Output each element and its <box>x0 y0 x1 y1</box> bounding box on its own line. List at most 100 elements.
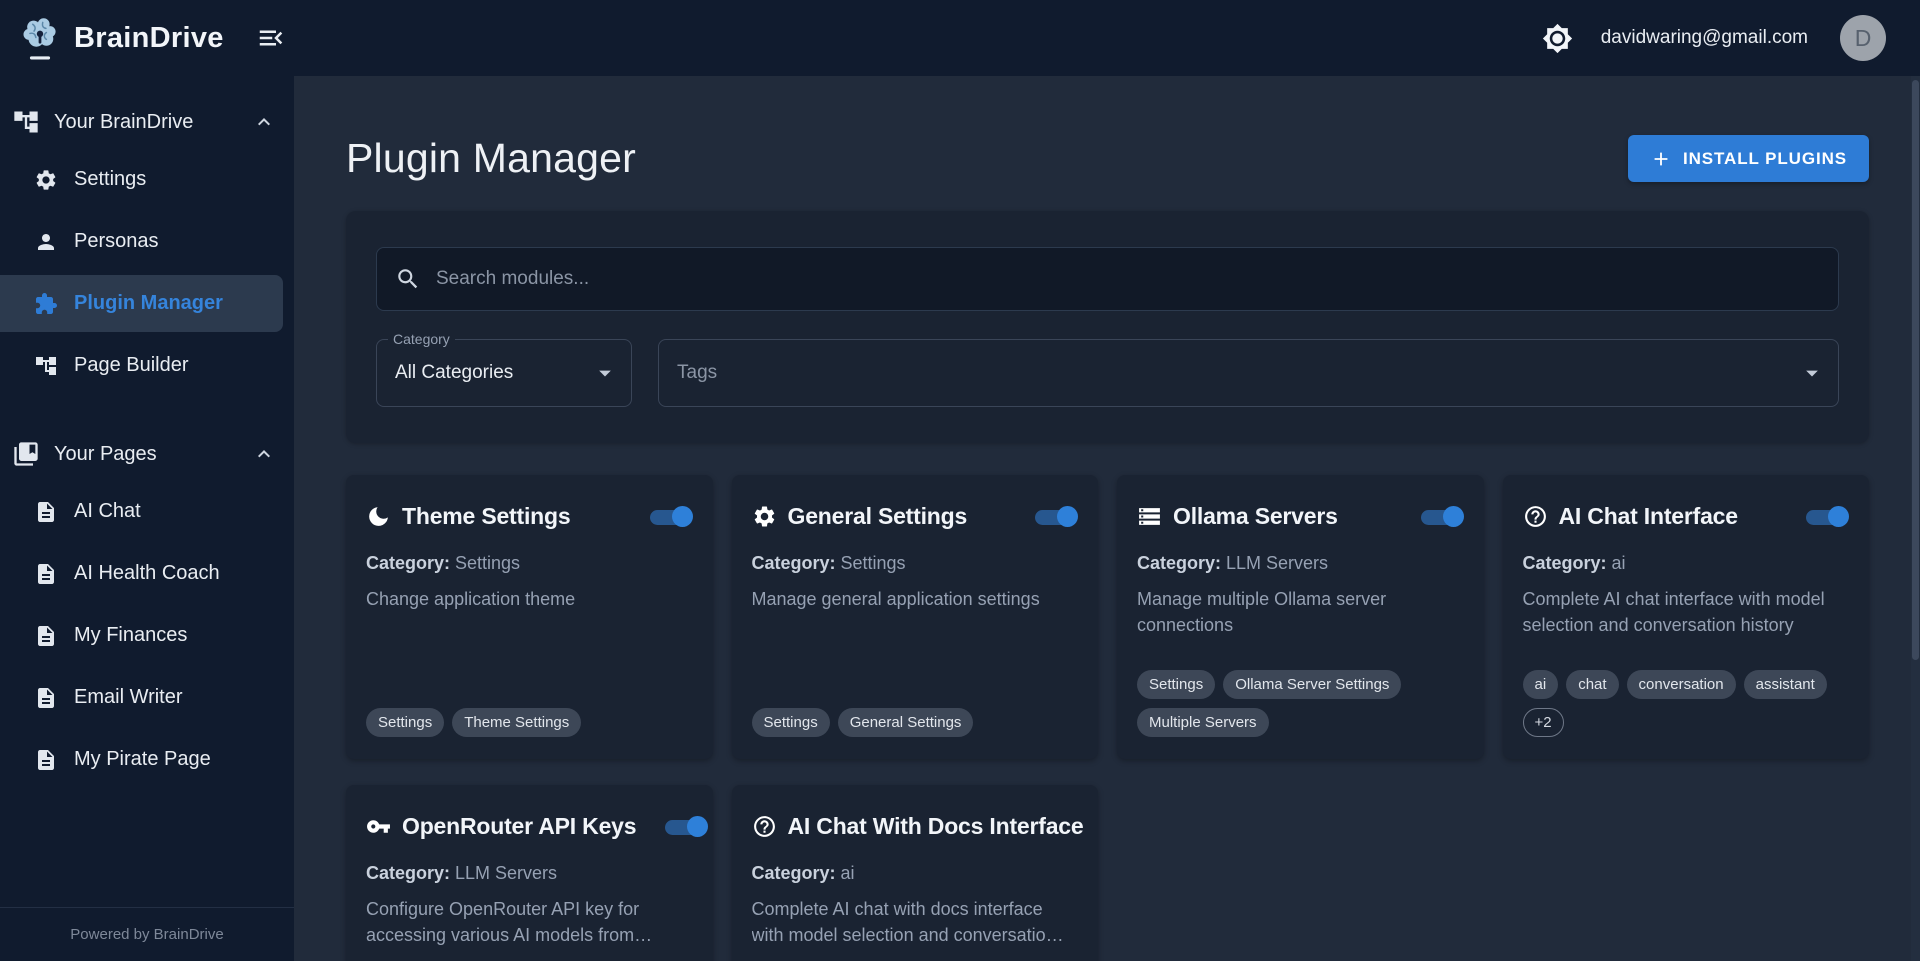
document-icon <box>34 500 58 524</box>
install-plugins-label: INSTALL PLUGINS <box>1683 149 1847 169</box>
filter-panel: Category All Categories Tags <box>346 211 1869 443</box>
account-tree-icon <box>34 354 58 378</box>
sidebar: Your BrainDrive Settings Personas Plugin Ma… <box>0 76 294 961</box>
plugin-category-label: Category: <box>752 553 841 573</box>
tags-input[interactable]: Tags <box>658 339 1839 407</box>
storage-icon <box>1137 504 1162 529</box>
powered-by-text: Powered by BrainDrive <box>70 926 223 943</box>
plugin-category: Category: ai <box>1523 553 1850 574</box>
plugin-card-title: OpenRouter API Keys <box>402 813 653 840</box>
scrollbar[interactable] <box>1911 76 1920 961</box>
sidebar-item-ai-chat[interactable]: AI Chat <box>0 483 283 540</box>
tag-chip-settings: Settings <box>366 708 444 737</box>
sidebar-item-label: AI Chat <box>74 500 141 523</box>
scrollbar-thumb[interactable] <box>1912 80 1919 660</box>
plugin-enabled-toggle[interactable] <box>664 813 708 840</box>
toggle-thumb <box>1828 506 1849 527</box>
sidebar-item-my-finances[interactable]: My Finances <box>0 607 283 664</box>
sidebar-item-ai-health-coach[interactable]: AI Health Coach <box>0 545 283 602</box>
plugin-card-title: Theme Settings <box>402 503 638 530</box>
plugin-category: Category: LLM Servers <box>1137 553 1464 574</box>
plugin-category: Category: LLM Servers <box>366 863 693 884</box>
sidebar-item-label: My Pirate Page <box>74 748 211 771</box>
plugin-description: Complete AI chat with docs interface wit… <box>752 897 1079 949</box>
install-plugins-button[interactable]: INSTALL PLUGINS <box>1628 135 1869 182</box>
plugin-card-openrouter-api-keys: OpenRouter API Keys Category: LLM Servers… <box>346 785 713 961</box>
tag-chip-settings: Settings <box>1137 670 1215 699</box>
sidebar-section-label: Your BrainDrive <box>54 111 238 134</box>
category-select-value: All Categories <box>395 362 591 384</box>
plugin-category-value: ai <box>841 863 855 883</box>
brand-name: BrainDrive <box>74 22 224 55</box>
plugin-category: Category: ai <box>752 863 1079 884</box>
sidebar-item-settings[interactable]: Settings <box>0 151 283 208</box>
user-email: davidwaring@gmail.com <box>1601 27 1808 49</box>
plugin-category-value: LLM Servers <box>455 863 557 883</box>
plugin-tags: Settings Ollama Server Settings Multiple S… <box>1137 670 1464 737</box>
brand[interactable]: BrainDrive <box>18 13 224 63</box>
sidebar-item-my-pirate-page[interactable]: My Pirate Page <box>0 731 283 788</box>
plugin-category-label: Category: <box>1137 553 1226 573</box>
key-icon <box>366 814 391 839</box>
person-icon <box>34 230 58 254</box>
sidebar-section-your-pages[interactable]: Your Pages <box>0 430 294 478</box>
plugin-enabled-toggle[interactable] <box>1420 503 1464 530</box>
menu-open-button[interactable] <box>256 23 286 53</box>
category-select-label: Category <box>388 331 455 347</box>
sidebar-item-label: My Finances <box>74 624 187 647</box>
search-box <box>376 247 1839 311</box>
plugin-card-header: Ollama Servers <box>1137 499 1464 533</box>
plugin-card-header: General Settings <box>752 499 1079 533</box>
sidebar-nav: Your BrainDrive Settings Personas Plugin Ma… <box>0 76 294 788</box>
toggle-thumb <box>687 816 708 837</box>
plugin-description: Complete AI chat interface with model se… <box>1523 587 1850 639</box>
tag-chip-ollama-server-settings: Ollama Server Settings <box>1223 670 1401 699</box>
filter-row: Category All Categories Tags <box>376 339 1839 407</box>
plugin-description: Manage multiple Ollama server connection… <box>1137 587 1464 639</box>
plugin-tags: Settings General Settings <box>752 708 1079 737</box>
plugin-card-title: General Settings <box>788 503 1024 530</box>
tag-chip-settings: Settings <box>752 708 830 737</box>
document-icon <box>34 686 58 710</box>
plugin-card-header: AI Chat Interface <box>1523 499 1850 533</box>
plugin-card-general-settings: General SettingsCategory: SettingsManage… <box>732 475 1099 759</box>
app-header: BrainDrive davidwaring@gmail.com D <box>0 0 1920 76</box>
plugin-description: Change application theme <box>366 587 693 613</box>
moon-icon <box>366 504 391 529</box>
plugin-enabled-toggle[interactable] <box>649 503 693 530</box>
main-content: Plugin Manager INSTALL PLUGINS Category … <box>294 76 1920 961</box>
plugin-category-value: ai <box>1612 553 1626 573</box>
chevron-up-icon <box>252 110 276 134</box>
sidebar-item-label: Personas <box>74 230 159 253</box>
sidebar-item-email-writer[interactable]: Email Writer <box>0 669 283 726</box>
tag-chip-conversation: conversation <box>1627 670 1736 699</box>
tag-chip-general-settings: General Settings <box>838 708 974 737</box>
plugin-card-title: AI Chat With Docs Interface <box>788 813 1099 840</box>
plugin-category-value: Settings <box>455 553 520 573</box>
avatar[interactable]: D <box>1840 15 1886 61</box>
search-icon <box>395 266 421 292</box>
sidebar-item-personas[interactable]: Personas <box>0 213 283 270</box>
plugin-tags: aichatconversationassistant+2 <box>1523 670 1850 737</box>
gear-icon <box>752 504 777 529</box>
plugin-category-value: Settings <box>841 553 906 573</box>
sidebar-item-page-builder[interactable]: Page Builder <box>0 337 283 394</box>
plugin-card-ai-chat-with-docs-interface: AI Chat With Docs Interface Category: ai C… <box>732 785 1099 961</box>
sidebar-section-your-braindrive[interactable]: Your BrainDrive <box>0 98 294 146</box>
tag-chip-multiple-servers: Multiple Servers <box>1137 708 1269 737</box>
plugin-enabled-toggle[interactable] <box>1805 503 1849 530</box>
search-input[interactable] <box>434 267 1820 291</box>
plugin-card-ollama-servers: Ollama Servers Category: LLM Servers Manag… <box>1117 475 1484 759</box>
sidebar-item-plugin-manager[interactable]: Plugin Manager <box>0 275 283 332</box>
plugin-enabled-toggle[interactable] <box>1034 503 1078 530</box>
chevron-up-icon <box>252 442 276 466</box>
help-icon <box>1523 504 1548 529</box>
plugin-category: Category: Settings <box>366 553 693 574</box>
plugin-card-title: AI Chat Interface <box>1559 503 1795 530</box>
tag-chip-ai: ai <box>1523 670 1559 699</box>
plugin-description: Configure OpenRouter API key for accessi… <box>366 897 693 949</box>
category-select[interactable]: Category All Categories <box>376 339 632 407</box>
theme-toggle-button[interactable] <box>1542 23 1573 54</box>
plugin-category: Category: Settings <box>752 553 1079 574</box>
plugin-card-ai-chat-interface: AI Chat Interface Category: ai Complete AI… <box>1503 475 1870 759</box>
